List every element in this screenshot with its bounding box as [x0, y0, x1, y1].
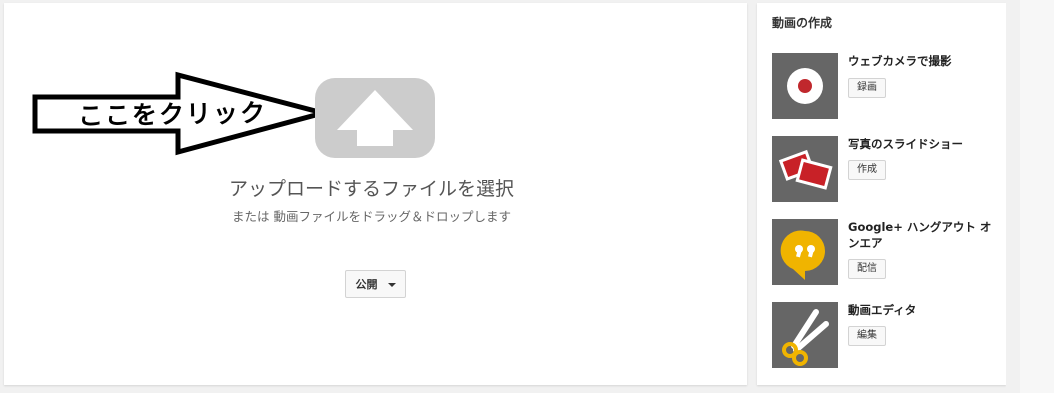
annotation-text: ここをクリック — [77, 98, 268, 131]
record-icon[interactable] — [772, 53, 838, 119]
create-item-label[interactable]: ウェブカメラで撮影 — [848, 53, 998, 69]
privacy-dropdown[interactable]: 公開 — [345, 270, 406, 298]
create-item-webcam: ウェブカメラで撮影 録画 — [772, 53, 1002, 119]
chevron-down-icon — [387, 283, 396, 287]
privacy-label: 公開 — [355, 278, 378, 291]
upload-icon[interactable] — [315, 78, 435, 158]
edit-button[interactable]: 編集 — [848, 326, 886, 346]
create-item-editor: 動画エディタ 編集 — [772, 302, 1002, 368]
create-item-label[interactable]: 動画エディタ — [848, 302, 998, 318]
upload-title[interactable]: アップロードするファイルを選択 — [0, 174, 743, 201]
scissors-icon[interactable] — [772, 302, 838, 368]
create-item-slideshow: 写真のスライドショー 作成 — [772, 136, 1002, 202]
sidebar-title: 動画の作成 — [772, 16, 833, 30]
create-item-hangouts: Google+ ハングアウト オンエア 配信 — [772, 219, 1002, 285]
broadcast-button[interactable]: 配信 — [848, 259, 886, 279]
hangouts-icon[interactable] — [772, 219, 838, 285]
photos-icon[interactable] — [772, 136, 838, 202]
record-button[interactable]: 録画 — [848, 78, 886, 98]
create-item-label[interactable]: Google+ ハングアウト オンエア — [848, 219, 998, 251]
upload-subtitle: または 動画ファイルをドラッグ＆ドロップします — [232, 209, 511, 224]
create-slideshow-button[interactable]: 作成 — [848, 160, 886, 180]
create-item-label[interactable]: 写真のスライドショー — [848, 136, 998, 152]
page-edge — [1006, 0, 1054, 393]
